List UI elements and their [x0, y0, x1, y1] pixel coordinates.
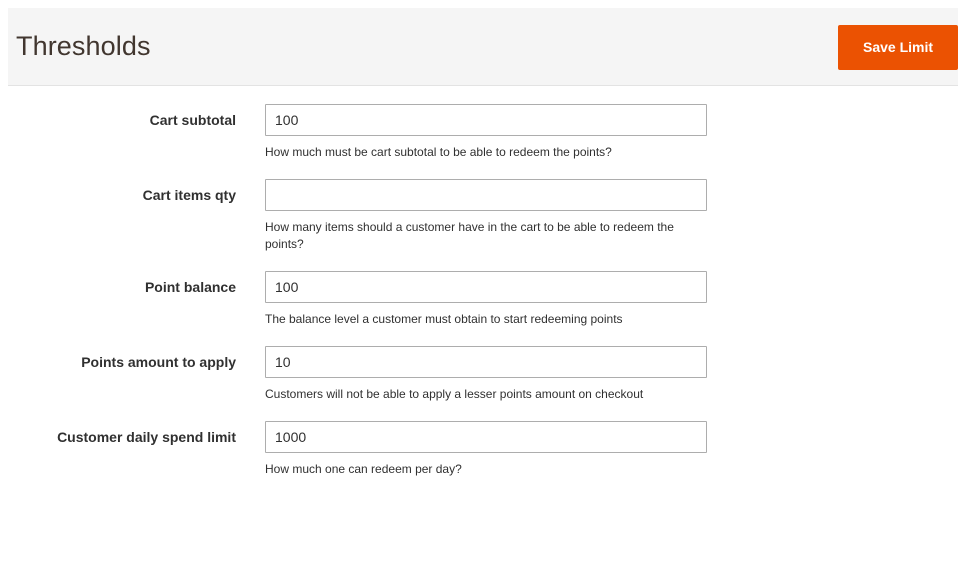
- field-row-points-amount-to-apply: Points amount to apply Customers will no…: [0, 328, 965, 403]
- page-title: Thresholds: [16, 31, 151, 61]
- customer-daily-spend-limit-input[interactable]: [265, 421, 707, 453]
- field-note-customer-daily-spend-limit: How much one can redeem per day?: [265, 462, 462, 476]
- field-label-cart-items-qty: Cart items qty: [142, 187, 236, 203]
- save-limit-button[interactable]: Save Limit: [838, 25, 958, 70]
- field-row-customer-daily-spend-limit: Customer daily spend limit How much one …: [0, 403, 965, 478]
- field-label-points-amount-to-apply: Points amount to apply: [81, 354, 236, 370]
- field-label-customer-daily-spend-limit: Customer daily spend limit: [57, 429, 236, 445]
- field-note-points-amount-to-apply: Customers will not be able to apply a le…: [265, 387, 644, 401]
- section-header: Thresholds Save Limit: [8, 8, 958, 86]
- field-label-point-balance: Point balance: [144, 279, 236, 295]
- field-note-cart-subtotal: How much must be cart subtotal to be abl…: [265, 145, 612, 159]
- field-label-cart-subtotal: Cart subtotal: [149, 112, 236, 128]
- cart-subtotal-input[interactable]: [265, 104, 707, 136]
- field-row-cart-items-qty: Cart items qty How many items should a c…: [0, 161, 965, 253]
- point-balance-input[interactable]: [265, 271, 707, 303]
- field-row-cart-subtotal: Cart subtotal How much must be cart subt…: [0, 86, 965, 161]
- thresholds-page: Thresholds Save Limit Cart subtotal How …: [0, 0, 965, 571]
- cart-items-qty-input[interactable]: [265, 179, 707, 211]
- points-amount-to-apply-input[interactable]: [265, 346, 707, 378]
- thresholds-form: Cart subtotal How much must be cart subt…: [0, 86, 965, 478]
- field-note-cart-items-qty: How many items should a customer have in…: [265, 220, 674, 251]
- field-note-point-balance: The balance level a customer must obtain…: [265, 312, 623, 326]
- field-row-point-balance: Point balance The balance level a custom…: [0, 253, 965, 328]
